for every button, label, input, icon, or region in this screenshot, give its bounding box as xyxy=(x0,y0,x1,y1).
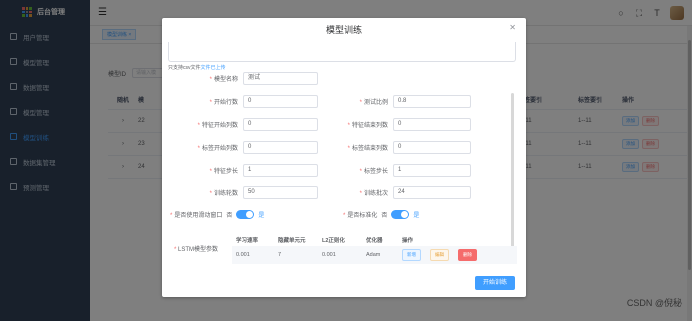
model-name-label: 模型名称 xyxy=(213,77,238,83)
start-row-input[interactable]: 0 xyxy=(243,95,318,108)
field-sliding-window: * 是否使用滑动窗口 否 是 xyxy=(170,210,264,219)
feature-end-input[interactable]: 0 xyxy=(393,118,471,131)
upload-tip: 只支持csv文件文件已上传 xyxy=(168,64,226,71)
delete-button[interactable]: 删除 xyxy=(458,249,477,261)
batch-label: 训练批次 xyxy=(363,191,388,197)
sliding-window-switch[interactable] xyxy=(236,210,255,219)
field-label-step: * 标签步长 1 xyxy=(334,164,471,177)
normalize-off-text: 否 xyxy=(381,213,388,219)
label-start-input[interactable]: 0 xyxy=(243,141,318,154)
col-header: L2正则化 xyxy=(322,238,345,244)
epochs-label: 训练轮数 xyxy=(213,191,238,197)
label-end-input[interactable]: 0 xyxy=(393,141,471,154)
optimizer-cell: Adam xyxy=(366,252,381,258)
sliding-window-on-text: 是 xyxy=(258,213,265,219)
label-start-label: 标签开始列数 xyxy=(201,146,238,152)
col-header: 隐藏单元元 xyxy=(278,238,306,244)
lstm-table-header: 学习速率 隐藏单元元 L2正则化 优化器 操作 xyxy=(232,234,517,246)
hidden-cell: 7 xyxy=(278,252,282,258)
lstm-params-table: 学习速率 隐藏单元元 L2正则化 优化器 操作 0.001 7 0.001 Ad… xyxy=(232,234,517,264)
dialog-title: 模型训练 xyxy=(325,25,362,35)
feature-start-input[interactable]: 0 xyxy=(243,118,318,131)
sliding-window-label: 是否使用滑动窗口 xyxy=(174,213,223,219)
upload-done-text: 文件已上传 xyxy=(200,65,226,71)
batch-input[interactable]: 24 xyxy=(393,186,471,199)
feature-step-input[interactable]: 1 xyxy=(243,164,318,177)
field-batch: * 训练批次 24 xyxy=(334,186,471,199)
start-row-label: 开始行数 xyxy=(213,100,238,106)
field-feature-step: * 特征步长 1 xyxy=(174,164,318,177)
feature-end-label: 特征结束列数 xyxy=(351,123,388,129)
field-epochs: * 训练轮数 50 xyxy=(174,186,318,199)
feature-step-label: 特征步长 xyxy=(213,169,238,175)
sliding-window-off-text: 否 xyxy=(226,213,233,219)
start-training-button[interactable]: 开始训练 xyxy=(475,276,515,290)
lstm-params-label: * LSTM模型参数 xyxy=(174,247,219,253)
l2-cell: 0.001 xyxy=(322,252,336,258)
col-header: 操作 xyxy=(402,238,414,244)
dialog-scrollbar[interactable] xyxy=(511,93,514,248)
table-row: 0.001 7 0.001 Adam 新增 编辑 删除 xyxy=(232,246,517,264)
col-header: 学习速率 xyxy=(236,238,259,244)
add-button[interactable]: 新增 xyxy=(402,249,421,261)
col-header: 优化器 xyxy=(366,238,383,244)
normalize-on-text: 是 xyxy=(413,213,420,219)
upload-tip-text: 只支持csv文件 xyxy=(168,65,201,71)
field-test-ratio: * 测试比例 0.8 xyxy=(334,95,471,108)
feature-start-label: 特征开始列数 xyxy=(201,123,238,129)
label-step-label: 标签步长 xyxy=(363,169,388,175)
close-icon[interactable]: ✕ xyxy=(509,23,516,32)
watermark: CSDN @倪秘 xyxy=(626,298,682,308)
test-ratio-input[interactable]: 0.8 xyxy=(393,95,471,108)
field-normalize: * 是否标准化 否 是 xyxy=(343,210,419,219)
upload-area[interactable] xyxy=(168,42,516,62)
test-ratio-label: 测试比例 xyxy=(363,100,388,106)
field-feature-end: * 特征结束列数 0 xyxy=(334,118,471,131)
label-step-input[interactable]: 1 xyxy=(393,164,471,177)
field-start-row: * 开始行数 0 xyxy=(174,95,318,108)
train-dialog: 模型训练 ✕ 只支持csv文件文件已上传 * 模型名称 测试 * 开始行数 0 * 测… xyxy=(162,18,526,297)
field-label-start: * 标签开始列数 0 xyxy=(174,141,318,154)
field-model-name: * 模型名称 测试 xyxy=(174,72,318,85)
field-label-end: * 标签结束列数 0 xyxy=(334,141,471,154)
edit-button[interactable]: 编辑 xyxy=(430,249,449,261)
model-name-input[interactable]: 测试 xyxy=(243,72,318,85)
lr-cell: 0.001 xyxy=(236,252,250,258)
epochs-input[interactable]: 50 xyxy=(243,186,318,199)
field-feature-start: * 特征开始列数 0 xyxy=(174,118,318,131)
normalize-label: 是否标准化 xyxy=(347,213,378,219)
label-end-label: 标签结束列数 xyxy=(351,146,388,152)
normalize-switch[interactable] xyxy=(391,210,410,219)
